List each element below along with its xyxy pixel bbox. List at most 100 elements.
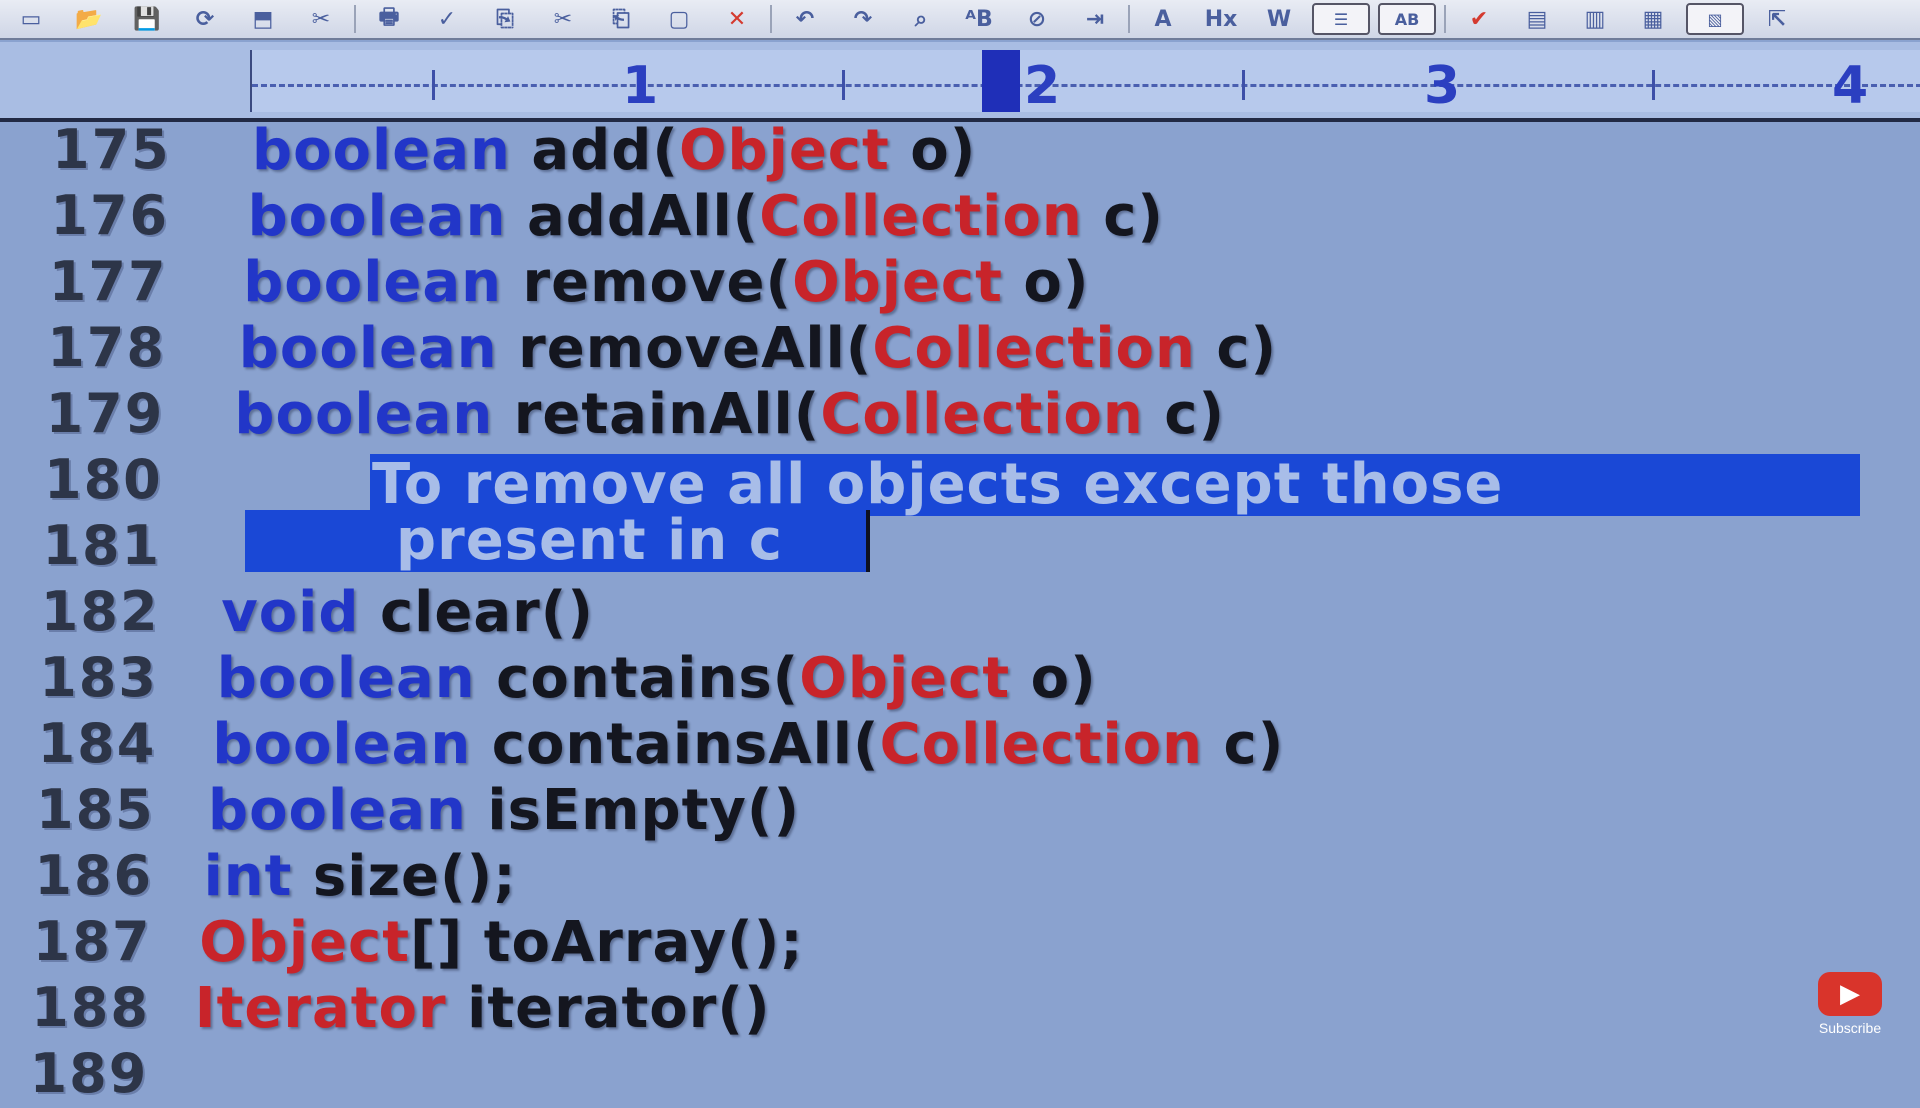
code-token: size(); (292, 844, 517, 909)
ruler: 1 2 3 4 (0, 42, 1920, 122)
type-token: Collection (820, 382, 1144, 447)
code-token: iterator() (446, 976, 771, 1041)
code-text: Object[] toArray(); (199, 910, 804, 975)
type-token: Iterator (194, 976, 447, 1041)
code-line: 186 int size(); (0, 844, 1920, 910)
keyword-token: boolean (216, 646, 476, 711)
code-token: [] toArray(); (410, 910, 804, 975)
find-icon[interactable]: ⌕ (896, 4, 946, 34)
youtube-play-icon: ▶ (1818, 972, 1882, 1016)
refresh-icon[interactable]: ⟳ (180, 4, 230, 34)
split-icon[interactable]: ▥ (1570, 4, 1620, 34)
code-line: 179 boolean retainAll(Collection c) (0, 382, 1920, 448)
type-token: Object (799, 646, 1011, 711)
ruler-number: 4 (1832, 56, 1869, 116)
code-token: clear() (359, 580, 594, 645)
replace-icon[interactable]: ᴬB (954, 4, 1004, 34)
code-line: 187 Object[] toArray(); (0, 910, 1920, 976)
code-token: c) (1203, 712, 1285, 777)
code-token: addAll( (506, 184, 760, 249)
line-number: 180 (44, 448, 163, 511)
scissors-icon[interactable]: ✂ (538, 4, 588, 34)
code-text: void clear() (221, 580, 594, 645)
keyword-token: void (221, 580, 360, 645)
link-icon[interactable]: ⊘ (1012, 4, 1062, 34)
ruler-number: 2 (1024, 56, 1061, 116)
spellcheck-icon[interactable]: ✓ (422, 4, 472, 34)
type-token: Collection (879, 712, 1204, 777)
line-number: 177 (48, 250, 168, 313)
font-size-icon[interactable]: A (1138, 4, 1188, 34)
code-token: isEmpty() (466, 778, 801, 843)
word-icon[interactable]: W (1254, 4, 1304, 34)
window-icon[interactable]: ▤ (1512, 4, 1562, 34)
code-text: boolean contains(Object o) (217, 646, 1097, 711)
code-line: 175 boolean add(Object o) (0, 118, 1920, 184)
code-line: 184 boolean containsAll(Collection c) (0, 712, 1920, 778)
code-token: c) (1143, 382, 1226, 447)
line-number: 179 (45, 382, 165, 445)
view-icon[interactable]: ▧ (1686, 3, 1744, 35)
layout-icon[interactable]: ▦ (1628, 4, 1678, 34)
ruler-line (252, 84, 1920, 87)
indent-icon[interactable]: ⇥ (1070, 4, 1120, 34)
line-number: 181 (42, 514, 162, 577)
ruler-tick (1242, 70, 1245, 100)
paste-icon[interactable]: ▢ (654, 4, 704, 34)
code-token: c) (1195, 316, 1278, 381)
line-number: 185 (36, 778, 155, 841)
code-text: boolean retainAll(Collection c) (234, 382, 1225, 447)
toolbar-separator (354, 5, 356, 33)
open-icon[interactable]: 📂 (64, 4, 114, 34)
code-text: boolean remove(Object o) (243, 250, 1089, 315)
line-number: 183 (39, 646, 158, 709)
code-token: o) (1002, 250, 1090, 315)
subscribe-label: Subscribe (1818, 1020, 1882, 1036)
line-number: 188 (31, 976, 150, 1039)
code-token: remove( (502, 250, 793, 315)
numbering-icon[interactable]: AB (1378, 3, 1436, 35)
copy-format-icon[interactable]: ⎘ (480, 4, 530, 34)
ruler-indent-marker[interactable] (982, 50, 1020, 112)
delete-icon[interactable]: ✕ (712, 4, 762, 34)
code-line: 176 boolean addAll(Collection c) (0, 184, 1920, 250)
list-icon[interactable]: ☰ (1312, 3, 1370, 35)
type-token: Collection (872, 316, 1196, 381)
help-icon[interactable]: ⇱ (1752, 4, 1802, 34)
code-line: 183 boolean contains(Object o) (0, 646, 1920, 712)
code-line: 189 (0, 1042, 1920, 1108)
heading-icon[interactable]: Hx (1196, 4, 1246, 34)
keyword-token: boolean (238, 316, 498, 381)
code-token: c) (1082, 184, 1164, 249)
toolbar-separator (770, 5, 772, 33)
line-number: 182 (40, 580, 160, 643)
code-text: boolean isEmpty() (208, 778, 800, 843)
editor-text-area[interactable]: 189 188 Iterator iterator() 187 Object[] toA… (0, 118, 1920, 1105)
code-line: 182 void clear() (0, 580, 1920, 646)
keyword-token: boolean (212, 712, 472, 777)
ruler-tick (432, 70, 435, 100)
keyword-token: boolean (208, 778, 467, 843)
copy-icon[interactable]: ⎗ (596, 4, 646, 34)
line-number: 184 (37, 712, 157, 775)
type-token: Collection (759, 184, 1083, 249)
undo-icon[interactable]: ↶ (780, 4, 830, 34)
line-number: 186 (34, 844, 154, 907)
code-text: boolean add(Object o) (252, 118, 976, 183)
text-cursor (866, 510, 870, 572)
keyword-token: boolean (247, 184, 507, 249)
selected-text: present in c (396, 508, 783, 573)
subscribe-button[interactable]: ▶ Subscribe (1810, 972, 1890, 1042)
export-icon[interactable]: ⬒ (238, 4, 288, 34)
cut-tool-icon[interactable]: ✂ (296, 4, 346, 34)
new-icon[interactable]: ▭ (6, 4, 56, 34)
ruler-number: 1 (622, 56, 659, 116)
line-number: 178 (47, 316, 166, 379)
keyword-token: boolean (234, 382, 494, 447)
code-token: retainAll( (493, 382, 821, 447)
redo-icon[interactable]: ↷ (838, 4, 888, 34)
save-icon[interactable]: 💾 (122, 4, 172, 34)
ruler-tick (1652, 70, 1655, 100)
checkmark-icon[interactable]: ✔ (1454, 4, 1504, 34)
print-icon[interactable]: 🖶 (364, 4, 414, 34)
